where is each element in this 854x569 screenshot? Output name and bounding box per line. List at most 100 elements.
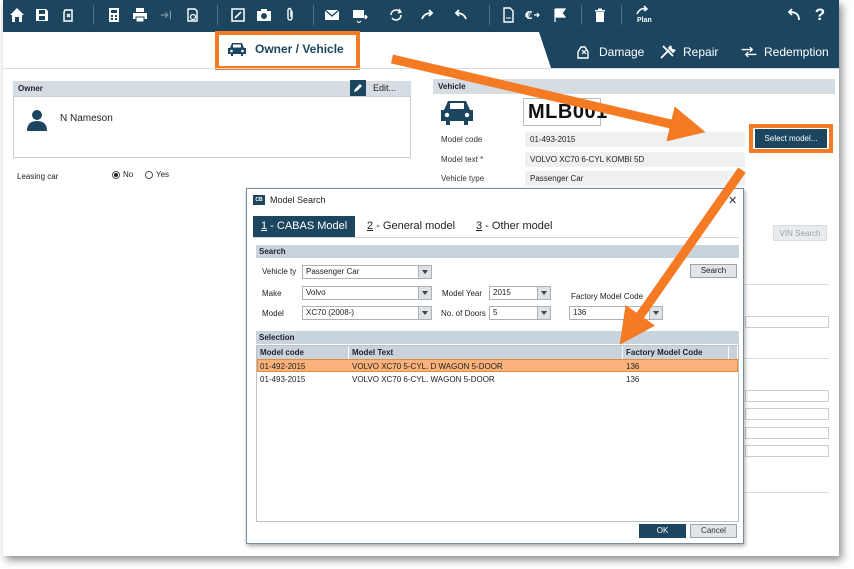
background-dropdown[interactable]	[745, 390, 829, 402]
background-field[interactable]	[745, 408, 829, 420]
document-history-icon[interactable]	[181, 4, 203, 26]
delete-icon[interactable]	[589, 4, 611, 26]
table-row-selected[interactable]: 01-492-2015 VOLVO XC70 5-CYL. D WAGON 5-…	[257, 359, 738, 372]
tab-repair-label: Repair	[683, 45, 719, 59]
chevron-down-icon	[418, 307, 431, 319]
ok-button[interactable]: OK	[639, 524, 686, 538]
owner-name: N Nameson	[60, 113, 113, 124]
column-header-filler	[729, 346, 738, 359]
edit-owner-label[interactable]: Edit...	[373, 83, 396, 93]
edit-owner-button[interactable]	[350, 80, 366, 96]
cabas-app-icon: CB	[253, 195, 265, 205]
factory-code-select-value: 136	[573, 308, 587, 317]
tab-redemption-label: Redemption	[764, 45, 829, 59]
divider	[745, 284, 829, 285]
model-search-dialog: CB Model Search ✕ 1 - CABAS Model 2 - Ge…	[246, 188, 744, 544]
model-select-value: XC70 (2008-)	[306, 308, 355, 317]
flag-icon[interactable]	[549, 4, 571, 26]
make-select[interactable]: Volvo	[302, 286, 432, 300]
leasing-car-label: Leasing car	[17, 172, 59, 181]
model-select[interactable]: XC70 (2008-)	[302, 306, 432, 320]
leasing-yes-label: Yes	[156, 170, 170, 179]
mail-icon[interactable]	[321, 4, 343, 26]
tab-other-model-label: - Other model	[482, 220, 553, 232]
vehicle-type-value: Passenger Car	[525, 171, 745, 186]
vehicle-type-select[interactable]: Passenger Car	[302, 265, 432, 279]
search-button[interactable]: Search	[690, 264, 737, 278]
owner-panel	[13, 96, 411, 158]
background-dropdown[interactable]	[745, 316, 829, 328]
plan-label[interactable]: Plan	[637, 17, 652, 24]
tab-cabas-model[interactable]: 1 - CABAS Model	[253, 216, 356, 237]
model-year-label: Model Year	[442, 289, 483, 298]
column-header-factory-code[interactable]: Factory Model Code	[623, 346, 729, 359]
help-icon[interactable]: ?	[809, 4, 831, 26]
invoice-icon[interactable]	[497, 4, 519, 26]
tab-general-model-label: - General model	[373, 220, 456, 232]
damage-icon	[577, 46, 589, 59]
main-toolbar: € Plan ?	[3, 0, 839, 32]
euro-transfer-icon[interactable]: €	[521, 4, 543, 26]
doors-select[interactable]: 5	[489, 306, 551, 320]
owner-tab-highlight	[215, 31, 360, 70]
column-header-model-text[interactable]: Model Text	[349, 346, 623, 359]
table-row[interactable]: 01-493-2015 VOLVO XC70 6-CYL. WAGON 5-DO…	[257, 373, 738, 386]
doors-label: No. of Doors	[441, 309, 486, 318]
tab-repair[interactable]: Repair	[659, 44, 718, 60]
cell-model-code: 01-492-2015	[260, 362, 306, 371]
copy-document-icon[interactable]	[57, 4, 79, 26]
tab-general-model[interactable]: 2 - General model	[359, 216, 463, 237]
column-header-model-code[interactable]: Model code	[257, 346, 349, 359]
paperclip-icon[interactable]	[279, 4, 301, 26]
vehicle-type-label: Vehicle type	[441, 174, 485, 183]
tab-redemption[interactable]: Redemption	[740, 44, 829, 60]
camera-icon[interactable]	[253, 4, 275, 26]
model-year-select[interactable]: 2015	[489, 286, 551, 300]
app-window: € Plan ? Owner / Vehicle Damage Repair R…	[3, 0, 839, 556]
export-disabled-icon	[155, 4, 177, 26]
reply-icon[interactable]	[449, 4, 471, 26]
cell-model-code: 01-493-2015	[260, 375, 306, 384]
tab-cabas-model-label: - CABAS Model	[267, 220, 348, 232]
model-text-label: Model text *	[441, 155, 484, 164]
send-mail-icon[interactable]	[349, 4, 371, 26]
model-label: Model	[262, 309, 284, 318]
save-icon[interactable]	[31, 4, 53, 26]
search-section-header: Search	[256, 245, 739, 258]
model-results-table: Model code Model Text Factory Model Code…	[256, 345, 739, 522]
cell-model-text: VOLVO XC70 5-CYL. D WAGON 5-DOOR	[352, 362, 503, 371]
leasing-no-radio[interactable]: No	[112, 170, 133, 179]
cell-factory-code: 136	[626, 375, 640, 384]
vehicle-car-icon	[441, 101, 473, 125]
model-code-label: Model code	[441, 135, 483, 144]
make-select-value: Volvo	[306, 288, 326, 297]
print-icon[interactable]	[129, 4, 151, 26]
sync-icon[interactable]	[385, 4, 407, 26]
pencil-icon	[354, 84, 362, 92]
background-field[interactable]	[745, 427, 829, 439]
tab-other-model[interactable]: 3 - Other model	[468, 216, 560, 237]
vin-search-button[interactable]: VIN Search	[773, 225, 827, 241]
repair-icon	[660, 45, 676, 59]
make-label: Make	[262, 289, 282, 298]
chevron-down-icon	[537, 307, 550, 319]
cell-model-text: VOLVO XC70 6-CYL. WAGON 5-DOOR	[352, 375, 495, 384]
forward-icon[interactable]	[417, 4, 439, 26]
calculator-icon[interactable]	[103, 4, 125, 26]
background-dropdown[interactable]	[745, 445, 829, 457]
undo-icon[interactable]	[783, 4, 805, 26]
chevron-down-icon	[649, 307, 662, 319]
chevron-down-icon	[537, 287, 550, 299]
edit-box-icon[interactable]	[227, 4, 249, 26]
tab-damage[interactable]: Damage	[575, 44, 644, 60]
redemption-icon	[741, 46, 757, 58]
factory-code-label: Factory Model Code	[571, 292, 644, 301]
cancel-button[interactable]: Cancel	[690, 524, 737, 538]
home-icon[interactable]	[6, 4, 28, 26]
model-code-value: 01-493-2015	[525, 132, 745, 147]
license-plate: MLB001	[523, 98, 607, 126]
close-icon[interactable]: ✕	[728, 194, 737, 207]
leasing-yes-radio[interactable]: Yes	[145, 170, 169, 179]
factory-code-select[interactable]: 136	[569, 306, 663, 320]
dialog-title: Model Search	[270, 195, 326, 205]
